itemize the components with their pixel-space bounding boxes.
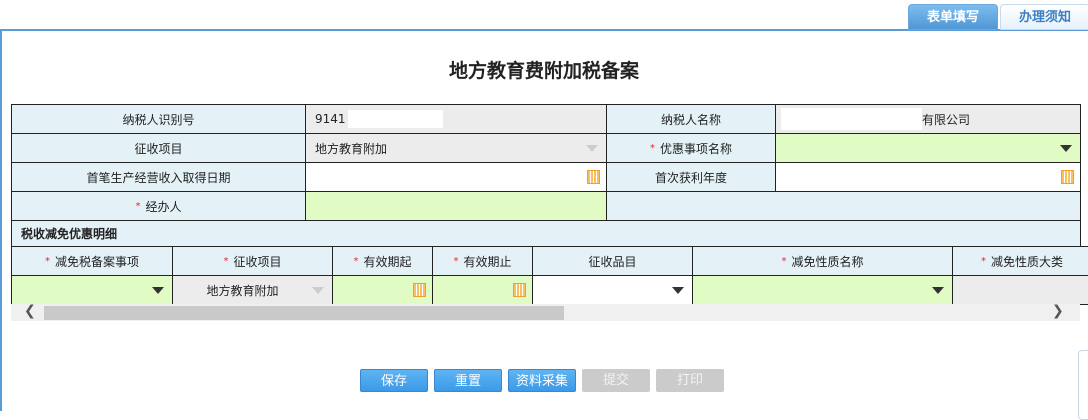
column-header-text: 有效期止 bbox=[463, 254, 512, 269]
column-header-valid-to: * 有效期止 bbox=[432, 246, 533, 276]
column-header-levy-category: 征收品目 bbox=[532, 246, 693, 276]
levy-item-select: 地方教育附加 bbox=[305, 133, 607, 163]
handler-label: * 经办人 bbox=[11, 191, 306, 221]
first-profit-year-label: 首次获利年度 bbox=[606, 162, 776, 192]
side-help-widget[interactable] bbox=[1078, 350, 1088, 420]
print-button: 打印 bbox=[656, 369, 724, 392]
first-profit-year-input[interactable] bbox=[775, 162, 1081, 192]
required-mark: * bbox=[649, 142, 655, 154]
empty-cell bbox=[606, 191, 1081, 221]
levy-item-field: 地方教育附加 bbox=[172, 275, 333, 305]
tab-form-fill[interactable]: 表单填写 bbox=[908, 4, 998, 30]
scrollbar-thumb[interactable] bbox=[44, 306, 564, 320]
chevron-down-icon[interactable] bbox=[152, 287, 164, 294]
calendar-icon[interactable] bbox=[1061, 170, 1074, 184]
redaction bbox=[347, 110, 443, 128]
required-mark: * bbox=[980, 255, 986, 267]
preference-name-label: * 优惠事项名称 bbox=[606, 133, 776, 163]
calendar-icon[interactable] bbox=[587, 170, 600, 184]
calendar-icon[interactable] bbox=[413, 283, 426, 297]
taxpayer-id-label: 纳税人识别号 bbox=[11, 104, 306, 134]
levy-category-field[interactable] bbox=[532, 275, 693, 305]
scroll-left-icon[interactable]: ❮ bbox=[24, 303, 36, 319]
valid-from-field[interactable] bbox=[332, 275, 433, 305]
data-collection-button[interactable]: 资料采集 bbox=[508, 369, 576, 392]
handler-input[interactable] bbox=[305, 191, 607, 221]
chevron-down-icon[interactable] bbox=[672, 287, 684, 294]
first-income-date-label: 首笔生产经营收入取得日期 bbox=[11, 162, 306, 192]
taxpayer-name-field: 有限公司 bbox=[775, 104, 1081, 134]
scroll-right-icon[interactable]: ❯ bbox=[1052, 303, 1064, 319]
column-header-text: 减免性质大类 bbox=[990, 254, 1063, 269]
required-mark: * bbox=[135, 200, 141, 212]
taxpayer-name-label: 纳税人名称 bbox=[606, 104, 776, 134]
taxpayer-name-value: 有限公司 bbox=[922, 112, 971, 127]
column-header-text: 减免税备案事项 bbox=[54, 254, 139, 269]
relief-nature-name-field[interactable] bbox=[692, 275, 953, 305]
column-header-text: 有效期起 bbox=[363, 254, 412, 269]
label-text: 经办人 bbox=[145, 199, 182, 214]
label-text: 首笔生产经营收入取得日期 bbox=[86, 170, 231, 185]
required-mark: * bbox=[223, 255, 229, 267]
column-header-text: 征收品目 bbox=[588, 254, 637, 269]
levy-item-label: 征收项目 bbox=[11, 133, 306, 163]
chevron-down-icon[interactable] bbox=[932, 287, 944, 294]
section-title: 税收减免优惠明细 bbox=[11, 220, 1081, 247]
page-title: 地方教育费附加税备案 bbox=[448, 60, 639, 82]
column-header-relief-nature-class: * 减免性质大类 bbox=[952, 246, 1088, 276]
required-mark: * bbox=[781, 255, 787, 267]
submit-button: 提交 bbox=[582, 369, 650, 392]
column-header-relief-nature-name: * 减免性质名称 bbox=[692, 246, 953, 276]
left-border bbox=[0, 31, 2, 411]
column-header-filing-item: * 减免税备案事项 bbox=[11, 246, 173, 276]
label-text: 征收项目 bbox=[134, 141, 183, 156]
levy-item-value: 地方教育附加 bbox=[315, 141, 388, 156]
taxpayer-id-field: 9141 bbox=[305, 104, 607, 134]
column-header-text: 减免性质名称 bbox=[791, 254, 864, 269]
valid-to-field[interactable] bbox=[432, 275, 533, 305]
column-header-levy-item: * 征收项目 bbox=[172, 246, 333, 276]
section-title-text: 税收减免优惠明细 bbox=[21, 227, 118, 241]
chevron-down-icon[interactable] bbox=[1060, 145, 1072, 152]
relief-nature-class-field bbox=[952, 275, 1088, 305]
reset-button[interactable]: 重置 bbox=[434, 369, 502, 392]
chevron-down-icon bbox=[312, 287, 324, 294]
save-button[interactable]: 保存 bbox=[360, 369, 428, 392]
label-text: 纳税人识别号 bbox=[122, 112, 195, 127]
chevron-down-icon bbox=[586, 145, 598, 152]
column-header-valid-from: * 有效期起 bbox=[332, 246, 433, 276]
preference-name-select[interactable] bbox=[775, 133, 1081, 163]
label-text: 优惠事项名称 bbox=[659, 141, 732, 156]
column-header-text: 征收项目 bbox=[233, 254, 282, 269]
required-mark: * bbox=[453, 255, 459, 267]
taxpayer-id-value: 9141 bbox=[315, 112, 346, 126]
first-income-date-input[interactable] bbox=[305, 162, 607, 192]
tab-instructions[interactable]: 办理须知 bbox=[1000, 4, 1088, 30]
required-mark: * bbox=[353, 255, 359, 267]
redaction bbox=[781, 108, 922, 130]
label-text: 纳税人名称 bbox=[660, 112, 721, 127]
calendar-icon[interactable] bbox=[513, 283, 526, 297]
label-text: 首次获利年度 bbox=[654, 170, 727, 185]
levy-item-value: 地方教育附加 bbox=[206, 283, 279, 298]
required-mark: * bbox=[44, 255, 50, 267]
filing-item-field[interactable] bbox=[11, 275, 173, 305]
